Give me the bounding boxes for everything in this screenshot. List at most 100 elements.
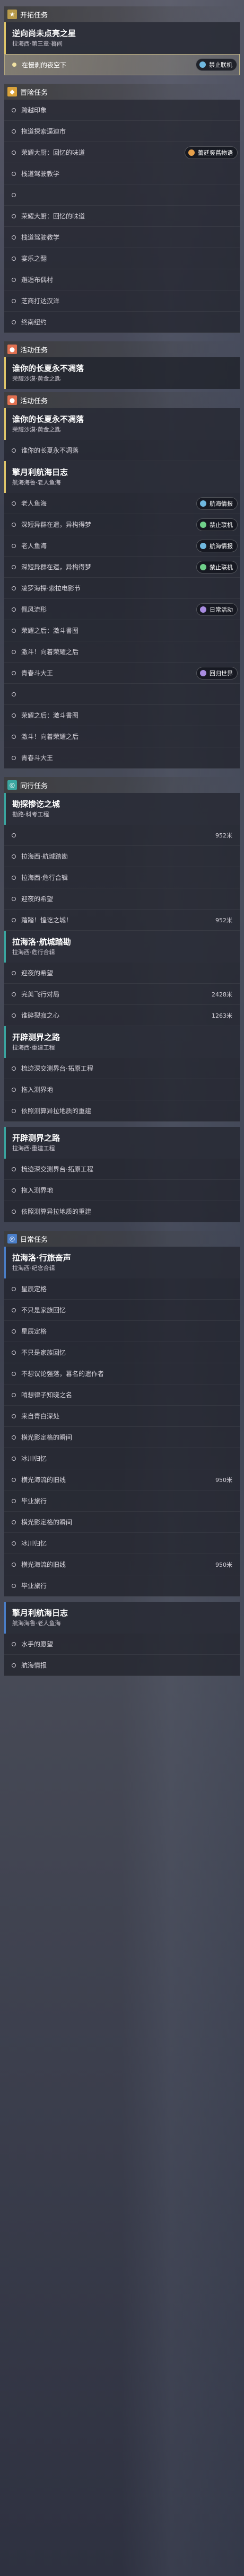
quest-step[interactable]: 终南纽约 [4,312,240,333]
quest-step[interactable]: 老人鱼海 航海情报 [4,535,240,557]
quest-step[interactable]: 星辰定格 [4,1278,240,1300]
quest-step[interactable]: 952米 [4,825,240,846]
quest-step[interactable]: 荣耀之后：激斗書图 [4,620,240,641]
step-dot-icon [12,448,16,453]
quest-step[interactable]: 横光海流的旧线 950米 [4,1469,240,1490]
quest-step[interactable]: 跨越印象 [4,100,240,121]
step-dot-icon [12,320,16,324]
quest-step[interactable]: 激斗！向着荣耀之后 [4,641,240,663]
quest-step[interactable]: 激斗！向着荣耀之后 [4,726,240,747]
quest-step[interactable]: 谁碎裂寂之心 1263米 [4,1005,240,1026]
step-label: 不想议论强落，暮名的遗作者 [21,1370,104,1378]
step-dot-icon [12,564,16,569]
step-label: 冰川归忆 [21,1455,47,1462]
step-dot-icon [12,63,16,67]
quest-step[interactable]: 冰川归忆 [4,1448,240,1469]
quest-step[interactable]: 不只是家族回忆 [4,1342,240,1363]
quest-step[interactable]: 栈道驾驶教学 [4,227,240,248]
quest-step[interactable]: 踏踏！惶讫之城！ 952米 [4,910,240,931]
main-quest-card[interactable]: 逆向尚未点亮之星 拉海西·第三章·暮间 [4,22,240,54]
quest-step[interactable]: 宴乐之翻 [4,248,240,269]
quest-step[interactable]: 哨想律子知晓之名 [4,1384,240,1406]
quest-step[interactable]: 毕业旅行 [4,1490,240,1512]
quest-step[interactable] [4,184,240,206]
quest-step[interactable]: 不只是家族回忆 [4,1300,240,1321]
step-label: 星辰定格 [21,1328,47,1335]
quest-step[interactable]: 荣耀之后：激斗書图 [4,705,240,726]
step-dot-icon [12,586,16,590]
step-label: 终南纽约 [21,319,47,326]
quest-step[interactable]: 毕业旅行 [4,1575,240,1596]
quest-step[interactable]: 拖道探索逼迫市 [4,121,240,142]
section-event-quests-2: ● 活动任务 [4,392,240,408]
step-label: 拖入测界地 [21,1187,54,1194]
step-dot-icon [12,1435,16,1440]
step-dot-icon [12,1013,16,1018]
quest-title: 拉海洛·行旅奋声 [12,1253,71,1263]
quest-step[interactable]: 完美飞行对局 2428米 [4,984,240,1005]
quest-step[interactable]: 来自青白深处 [4,1406,240,1427]
companion-quest-card[interactable]: 勘探惨讫之城 勘路·科考工程 [4,793,240,825]
quest-step[interactable]: 水手的愿望 [4,1634,240,1655]
last-quest-card[interactable]: 擎月利航海日志 航海海鲁·老人鱼海 [4,1602,240,1634]
quest-step[interactable]: 不想议论强落，暮名的遗作者 [4,1363,240,1384]
event-quest-card-2[interactable]: 谁你的长夏永不凋落 荣耀沙漠·黄金之匙 [4,408,240,440]
quest-title: 谁你的长夏永不凋落 [12,414,84,424]
quest-step[interactable]: 横光海流的旧线 950米 [4,1554,240,1575]
quest-step[interactable]: 栈道驾驶教学 [4,163,240,184]
quest-step[interactable]: 梳迹深交测界台·拓原工程 [4,1058,240,1079]
step-dot-icon [12,501,16,506]
event-quest-card[interactable]: 谁你的长夏永不凋落 荣耀沙漠·黄金之匙 [4,357,240,389]
section-label: 同行任务 [20,782,48,790]
step-label: 老人鱼海 [21,500,47,507]
step-dot-icon [12,628,16,633]
daily-quest-card[interactable]: 拉海洛·行旅奋声 拉海西·纪念合辑 [4,1247,240,1278]
quest-step[interactable]: 冰川归忆 [4,1533,240,1554]
quest-step[interactable]: 荣耀大厨：回忆的味道 [4,206,240,227]
quest5-card[interactable]: 开辟测界之路 拉海西·重建工程 [4,1026,240,1058]
quest-step[interactable]: 深短异群在遗，异构得梦 禁止联机 [4,514,240,535]
step-dot-icon [12,522,16,527]
quest-step[interactable]: 依照测算异拉地质的重建 [4,1100,240,1122]
quest-step[interactable]: 迎夜的希望 [4,963,240,984]
quest-step[interactable]: 依照测算异拉地质的重建 [4,1201,240,1222]
star-icon: ★ [7,10,17,19]
quest-list[interactable]: ★ 开拓任务 逆向尚未点亮之星 拉海西·第三章·暮间 在慢剥的夜空下 禁止联机 … [4,3,240,1676]
quest-step[interactable]: 拉海西·航城踏勘 [4,846,240,867]
step-label: 横光海流的旧线 [21,1476,66,1484]
quest-step[interactable]: 邂逅布偶村 [4,269,240,290]
quest-step[interactable]: 佩风流形 日常活动 [4,599,240,620]
quest-step[interactable]: 拖入测界地 [4,1180,240,1201]
quest-step[interactable]: 深短异群在遗，异构得梦 禁止联机 [4,557,240,578]
step-distance: 950米 [215,1476,232,1484]
step-label: 来自青白深处 [21,1413,60,1420]
quest-step[interactable]: 横光影定格的瞬间 [4,1512,240,1533]
section-label: 冒险任务 [20,89,48,97]
quest-step[interactable]: 航海情报 [4,1655,240,1676]
quest-subtitle: 荣耀沙漠·黄金之匙 [12,375,61,382]
quest-step-active[interactable]: 在慢剥的夜空下 禁止联机 [4,54,240,75]
nav-quest-card[interactable]: 擎月利航海日志 航海海鲁·老人鱼海 [4,461,240,493]
quest-step[interactable]: 青春斗大王 [4,747,240,769]
quest-step[interactable]: 凌罗海探·索拉电影节 [4,578,240,599]
quest-tag: 禁止联机 [196,518,238,531]
quest-step[interactable]: 迎夜的希望 [4,888,240,910]
quest-step[interactable]: 青春斗大王 回归世界 [4,663,240,684]
quest-step[interactable]: 荣耀大厨：回忆的味道 蕾廷竖菖物语 [4,142,240,163]
quest-step[interactable]: 芝商打达汉洋 [4,290,240,312]
quest-step[interactable]: 拉海西·危行合辑 [4,867,240,888]
step-label: 跨越印象 [21,107,47,114]
section-label: 日常任务 [20,1236,48,1244]
quest-title: 开辟测界之路 [12,1033,60,1042]
quest-step[interactable]: 谁你的长夏永不凋落 [4,440,240,461]
step-dot-icon [12,1414,16,1418]
quest-step[interactable]: 老人鱼海 航海情报 [4,493,240,514]
quest-step[interactable]: 横光影定格的瞬间 [4,1427,240,1448]
quest-step[interactable]: 星辰定格 [4,1321,240,1342]
quest-step[interactable]: 梳迹深交测界台·拓原工程 [4,1159,240,1180]
quest-step[interactable]: 拖入测界地 [4,1079,240,1100]
quest4-card[interactable]: 拉海洛·航城踏勘 拉海西·危行合辑 [4,931,240,963]
quest6-card[interactable]: 开辟测界之路 拉海西·重建工程 [4,1127,240,1159]
quest-step[interactable] [4,684,240,705]
section-label: 活动任务 [20,397,48,405]
